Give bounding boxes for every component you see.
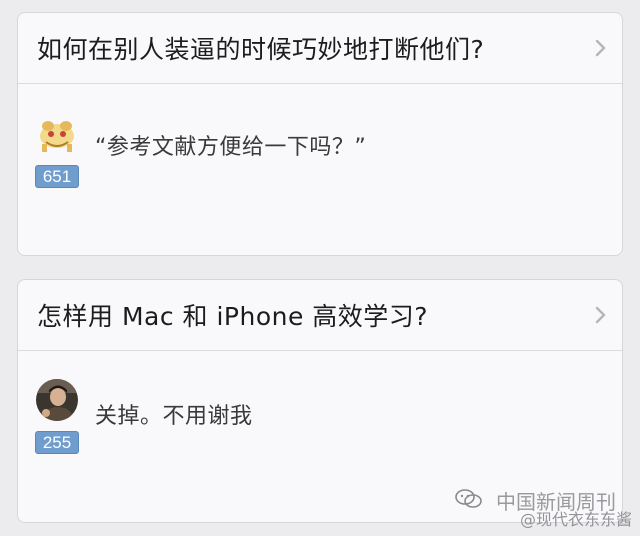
vote-count-badge: 651 <box>35 165 79 188</box>
question-title: 怎样用 Mac 和 iPhone 高效学习? <box>37 302 429 331</box>
wechat-icon <box>455 489 482 508</box>
question-header[interactable]: 如何在别人装逼的时候巧妙地打断他们? <box>18 13 622 84</box>
cartoon-avatar-icon <box>36 114 78 156</box>
question-title: 如何在别人装逼的时候巧妙地打断他们? <box>37 35 485 64</box>
chevron-right-icon <box>595 39 606 57</box>
avatar[interactable] <box>36 114 78 156</box>
answer-text: 关掉。不用谢我 <box>95 404 253 429</box>
watermark: 中国新闻周刊 @现代衣东东酱 <box>432 486 632 530</box>
answer-text: “参考文献方便给一下吗？” <box>95 135 367 160</box>
avatar[interactable] <box>36 379 78 421</box>
watermark-author: @现代衣东东酱 <box>519 510 632 529</box>
user-photo-avatar-icon <box>36 379 78 421</box>
chevron-right-icon <box>595 306 606 324</box>
question-header[interactable]: 怎样用 Mac 和 iPhone 高效学习? <box>18 280 622 351</box>
question-card[interactable]: 如何在别人装逼的时候巧妙地打断他们? “参考文献方便给一下吗？” 651 <box>17 12 623 256</box>
vote-count-badge: 255 <box>35 431 79 454</box>
